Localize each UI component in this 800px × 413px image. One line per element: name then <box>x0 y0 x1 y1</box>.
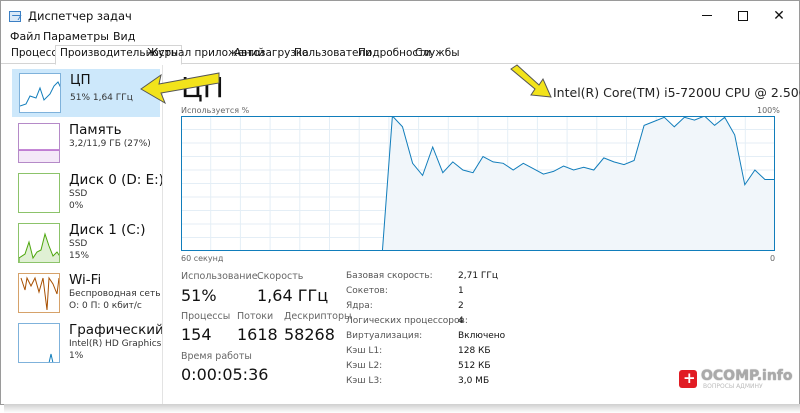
spec-label: Базовая скорость: <box>346 271 433 281</box>
sidebar-item-title: ЦП <box>70 72 91 88</box>
disk0-mini-graph <box>18 173 60 213</box>
sidebar-item-detail: SSD <box>69 189 88 199</box>
sidebar-item-title: Графический про <box>69 322 163 338</box>
spec-label: Логических процессоров: <box>346 316 468 326</box>
usage-value: 51% <box>181 286 217 305</box>
usage-label: Использование <box>181 271 258 282</box>
sidebar-item-gpu[interactable]: Графический про Intel(R) HD Graphics 620… <box>11 319 163 367</box>
spec-value: 2 <box>458 301 464 311</box>
speed-value: 1,64 ГГц <box>257 286 329 305</box>
processes-value: 154 <box>181 325 212 344</box>
menu-view[interactable]: Вид <box>113 30 135 43</box>
task-manager-window: Диспетчер задач ✕ Файл Параметры Вид Про… <box>0 0 800 405</box>
maximize-icon <box>738 11 748 21</box>
tab-services[interactable]: Службы <box>411 46 463 64</box>
gpu-mini-graph <box>18 323 60 363</box>
threads-value: 1618 <box>237 325 278 344</box>
spec-value: 512 КБ <box>458 361 491 371</box>
spec-value: 3,0 МБ <box>458 376 490 386</box>
title-bar[interactable]: Диспетчер задач ✕ <box>1 1 799 31</box>
close-button[interactable]: ✕ <box>761 3 797 29</box>
sidebar-item-detail: 3,2/11,9 ГБ (27%) <box>69 139 151 149</box>
graph-y-label: Используется % <box>181 106 250 115</box>
threads-label: Потоки <box>237 311 274 322</box>
spec-value: 1 <box>458 286 464 296</box>
speed-label: Скорость <box>257 271 304 282</box>
sidebar-item-title: Wi-Fi <box>69 272 102 288</box>
sidebar-item-disk1[interactable]: Диск 1 (C:) SSD 15% <box>11 219 162 267</box>
menu-options[interactable]: Параметры <box>43 30 109 43</box>
window-title: Диспетчер задач <box>28 9 132 23</box>
sidebar-item-detail: 15% <box>69 251 90 261</box>
sidebar-item-title: Память <box>69 122 122 138</box>
minimize-button[interactable] <box>689 3 725 29</box>
graph-x-left-label: 60 секунд <box>181 254 224 263</box>
graph-y-max-label: 100% <box>757 106 780 115</box>
watermark-subtitle: ВОПРОСЫ АДМИНУ <box>703 383 763 390</box>
sidebar-item-detail: 1% <box>69 351 84 361</box>
handles-value: 58268 <box>284 325 335 344</box>
watermark-text: OCOMP.info <box>701 368 793 384</box>
sidebar-item-title: Диск 0 (D: E:) <box>69 172 163 188</box>
tab-bar: Процессы Производительность Журнал прило… <box>1 44 799 65</box>
sidebar-item-wifi[interactable]: Wi-Fi Беспроводная сеть О: 0 П: 0 кбит/с <box>11 269 162 317</box>
annotation-arrow-cpu <box>140 72 220 105</box>
spec-label: Кэш L3: <box>346 376 383 386</box>
resource-sidebar: ЦП 51% 1,64 ГГц Память 3,2/11,9 ГБ (27%)… <box>1 65 163 405</box>
task-manager-icon <box>9 11 21 22</box>
window-shadow <box>4 404 800 413</box>
ocomp-logo-icon <box>679 369 697 388</box>
sidebar-item-detail: Intel(R) HD Graphics 620 <box>69 339 162 349</box>
minimize-icon <box>702 15 712 16</box>
handles-label: Дескрипторы <box>284 311 352 322</box>
sidebar-item-cpu[interactable]: ЦП 51% 1,64 ГГц <box>12 69 160 117</box>
sidebar-item-title: Диск 1 (C:) <box>69 222 146 238</box>
uptime-label: Время работы <box>181 351 252 362</box>
sidebar-item-detail: 51% 1,64 ГГц <box>70 93 133 103</box>
sidebar-item-detail: Беспроводная сеть <box>69 289 161 299</box>
maximize-button[interactable] <box>725 3 761 29</box>
cpu-model-name: Intel(R) Core(TM) i5-7200U CPU @ 2.50GHz <box>553 85 800 100</box>
sidebar-item-detail: О: 0 П: 0 кбит/с <box>69 301 142 311</box>
spec-label: Ядра: <box>346 301 373 311</box>
wifi-mini-graph <box>18 273 60 313</box>
spec-label: Сокетов: <box>346 286 388 296</box>
annotation-arrow-model <box>510 64 552 98</box>
disk1-mini-graph <box>18 223 60 263</box>
close-icon: ✕ <box>773 8 785 24</box>
spec-value: Включено <box>458 331 506 341</box>
menu-file[interactable]: Файл <box>10 30 40 43</box>
spec-label: Кэш L2: <box>346 361 383 371</box>
sidebar-item-memory[interactable]: Память 3,2/11,9 ГБ (27%) <box>11 119 162 167</box>
sidebar-item-detail: 0% <box>69 201 84 211</box>
processes-label: Процессы <box>181 311 231 322</box>
sidebar-item-disk0[interactable]: Диск 0 (D: E:) SSD 0% <box>11 169 163 217</box>
uptime-value: 0:00:05:36 <box>181 365 269 384</box>
spec-label: Кэш L1: <box>346 346 383 356</box>
graph-x-right-label: 0 <box>770 254 776 263</box>
cpu-mini-graph <box>19 73 61 113</box>
spec-value: 4 <box>458 316 464 326</box>
spec-label: Виртуализация: <box>346 331 423 341</box>
spec-value: 128 КБ <box>458 346 491 356</box>
sidebar-item-detail: SSD <box>69 239 88 249</box>
memory-mini-graph <box>18 123 60 163</box>
cpu-usage-graph <box>181 116 775 251</box>
spec-value: 2,71 ГГц <box>458 271 499 281</box>
